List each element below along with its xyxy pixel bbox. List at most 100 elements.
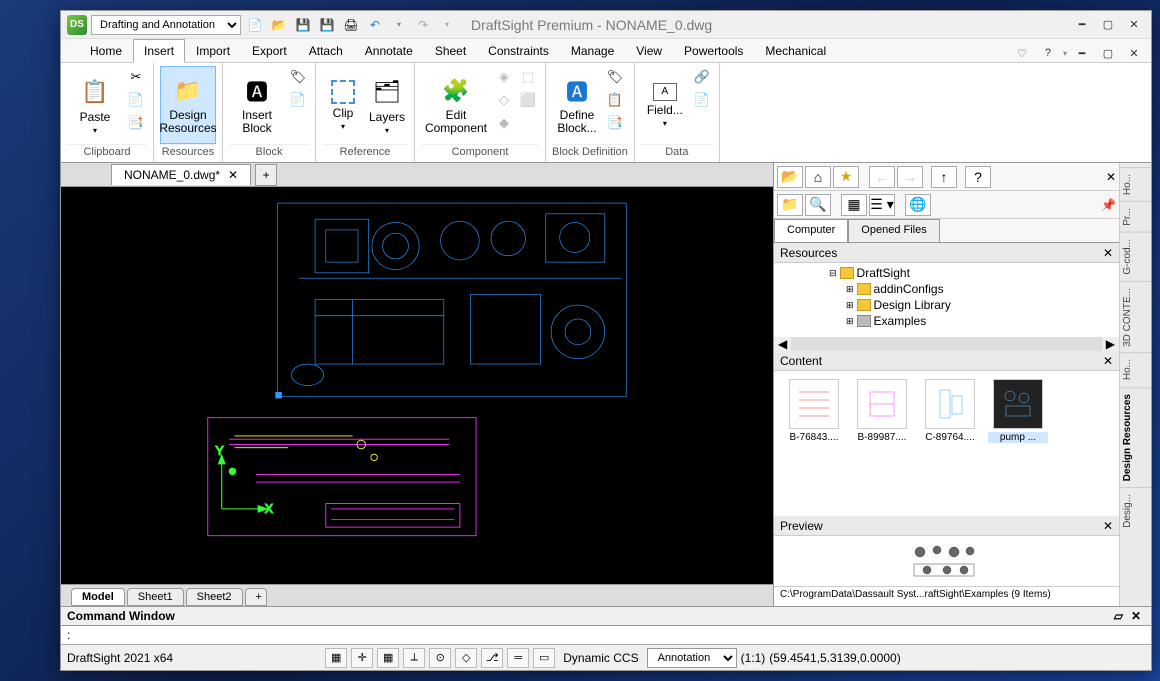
tab-mechanical[interactable]: Mechanical (754, 39, 837, 62)
sheet-tab-2[interactable]: Sheet2 (186, 588, 243, 606)
status-qinput-icon[interactable]: ▭ (533, 648, 555, 668)
tab-sheet[interactable]: Sheet (424, 39, 477, 62)
panel-favorite-icon[interactable]: ★ (833, 166, 859, 188)
tab-home[interactable]: Home (79, 39, 133, 62)
define-block-button[interactable]: 🅰 Define Block... (552, 66, 602, 144)
data-doc-icon[interactable]: 📄 (691, 89, 713, 111)
document-tab[interactable]: NONAME_0.dwg* ✕ (111, 164, 251, 185)
panel-refresh-icon[interactable]: 📁 (777, 194, 803, 216)
panel-viewmode-icon[interactable]: ☰ ▾ (869, 194, 895, 216)
save-as-icon[interactable]: 💾 (317, 15, 337, 35)
copy-base-icon[interactable]: 📑 (125, 112, 147, 134)
comp-b-icon[interactable]: ◇ (493, 89, 515, 111)
save-icon[interactable]: 💾 (293, 15, 313, 35)
thumb-b89987[interactable]: B-89987.... (852, 379, 912, 443)
panel-pin-icon[interactable]: 📌 (1101, 198, 1116, 212)
status-ortho-icon[interactable]: ⟂ (403, 648, 425, 668)
side-tab-ho2[interactable]: Ho... (1120, 352, 1151, 386)
design-resources-button[interactable]: 📁 Design Resources (160, 66, 216, 144)
side-tab-desig[interactable]: Desig... (1120, 487, 1151, 534)
tab-insert[interactable]: Insert (133, 39, 185, 63)
status-snap-icon[interactable]: ▦ (325, 648, 347, 668)
status-cursor-icon[interactable]: ✛ (351, 648, 373, 668)
status-osnap-icon[interactable]: ◇ (455, 648, 477, 668)
thumb-pump[interactable]: pump ... (988, 379, 1048, 443)
tab-manage[interactable]: Manage (560, 39, 625, 62)
blockdef-c-icon[interactable]: 📑 (604, 112, 626, 134)
data-link-icon[interactable]: 🔗 (691, 66, 713, 88)
thumb-b76843[interactable]: B-76843.... (784, 379, 844, 443)
maximize-icon[interactable]: ▢ (1097, 16, 1119, 34)
content-close-icon[interactable]: ✕ (1103, 354, 1113, 368)
tab-constraints[interactable]: Constraints (477, 39, 560, 62)
panel-fwd-icon[interactable]: → (897, 166, 923, 188)
resources-close-icon[interactable]: ✕ (1103, 246, 1113, 260)
status-polar-icon[interactable]: ⊙ (429, 648, 451, 668)
tree-item-examples[interactable]: ⊞ Examples (778, 313, 1115, 329)
blockdef-a-icon[interactable]: 🏷 (604, 66, 626, 88)
side-tab-gcod[interactable]: G-cod... (1120, 232, 1151, 281)
status-grid-icon[interactable]: ▦ (377, 648, 399, 668)
comp-d-icon[interactable]: ⬚ (517, 66, 539, 88)
side-tab-design-resources[interactable]: Design Resources (1120, 387, 1151, 487)
edit-component-button[interactable]: 🧩 Edit Component (421, 66, 491, 144)
block-tag-icon[interactable]: 🏷 (287, 66, 309, 88)
status-track-icon[interactable]: ⎇ (481, 648, 503, 668)
field-button[interactable]: A Field... ▾ (641, 66, 689, 144)
redo-icon[interactable]: ↷ (413, 15, 433, 35)
command-input[interactable]: : (61, 626, 1151, 644)
tab-export[interactable]: Export (241, 39, 298, 62)
add-document-button[interactable]: + (255, 164, 277, 186)
undo-icon[interactable]: ↶ (365, 15, 385, 35)
print-icon[interactable]: 🖨 (341, 15, 361, 35)
tab-powertools[interactable]: Powertools (673, 39, 754, 62)
panel-close-x-icon[interactable]: ✕ (1106, 170, 1116, 184)
side-tab-ho1[interactable]: Ho... (1120, 167, 1151, 201)
layers-button[interactable]: 🗂 Layers ▾ (366, 66, 408, 144)
tree-item-designlib[interactable]: ⊞ Design Library (778, 297, 1115, 313)
tab-annotate[interactable]: Annotate (354, 39, 424, 62)
subtab-computer[interactable]: Computer (774, 219, 848, 242)
panel-up-icon[interactable]: ↑ (931, 166, 957, 188)
close-icon[interactable]: ✕ (1123, 16, 1145, 34)
status-lwt-icon[interactable]: ═ (507, 648, 529, 668)
new-file-icon[interactable]: 📄 (245, 15, 265, 35)
comp-e-icon[interactable]: ⬜ (517, 89, 539, 111)
help-icon[interactable]: ? (1037, 44, 1059, 62)
clip-button[interactable]: Clip ▾ (322, 66, 364, 144)
cmd-restore-icon[interactable]: ▱ (1110, 609, 1127, 623)
thumb-c89764[interactable]: C-89764.... (920, 379, 980, 443)
comp-c-icon[interactable]: ◆ (493, 112, 515, 134)
block-doc-icon[interactable]: 📄 (287, 89, 309, 111)
copy-icon[interactable]: 📄 (125, 89, 147, 111)
subtab-opened[interactable]: Opened Files (848, 219, 939, 242)
panel-open-icon[interactable]: 📂 (777, 166, 803, 188)
sheet-tab-model[interactable]: Model (71, 588, 125, 606)
tree-hscroll[interactable]: ◀▶ (774, 337, 1119, 351)
blockdef-b-icon[interactable]: 📋 (604, 89, 626, 111)
panel-globe-icon[interactable]: 🌐 (905, 194, 931, 216)
paste-button[interactable]: 📋 Paste ▾ (67, 66, 123, 144)
tree-item-addinconfigs[interactable]: ⊞ addinConfigs (778, 281, 1115, 297)
panel-search2-icon[interactable]: 🔍 (805, 194, 831, 216)
drawing-canvas[interactable]: X Y (61, 187, 773, 584)
open-file-icon[interactable]: 📂 (269, 15, 289, 35)
cut-icon[interactable]: ✂ (125, 66, 147, 88)
redo-drop-icon[interactable]: ▾ (437, 15, 457, 35)
cmd-close-icon[interactable]: ✕ (1127, 609, 1145, 623)
preview-close-icon[interactable]: ✕ (1103, 519, 1113, 533)
workspace-select[interactable]: Drafting and Annotation (91, 15, 241, 35)
side-tab-3dconte[interactable]: 3D CONTE... (1120, 281, 1151, 353)
doc-restore-icon[interactable]: ▢ (1097, 44, 1119, 62)
tab-import[interactable]: Import (185, 39, 241, 62)
side-tab-pr[interactable]: Pr... (1120, 201, 1151, 232)
panel-help-icon[interactable]: ? (965, 166, 991, 188)
panel-view-icon[interactable]: ▦ (841, 194, 867, 216)
undo-drop-icon[interactable]: ▾ (389, 15, 409, 35)
tab-attach[interactable]: Attach (298, 39, 354, 62)
panel-back-icon[interactable]: ← (869, 166, 895, 188)
tab-view[interactable]: View (625, 39, 673, 62)
comp-a-icon[interactable]: ◈ (493, 66, 515, 88)
tree-item-draftsight[interactable]: ⊟ DraftSight (778, 265, 1115, 281)
annotation-scale-select[interactable]: Annotation (647, 648, 737, 668)
